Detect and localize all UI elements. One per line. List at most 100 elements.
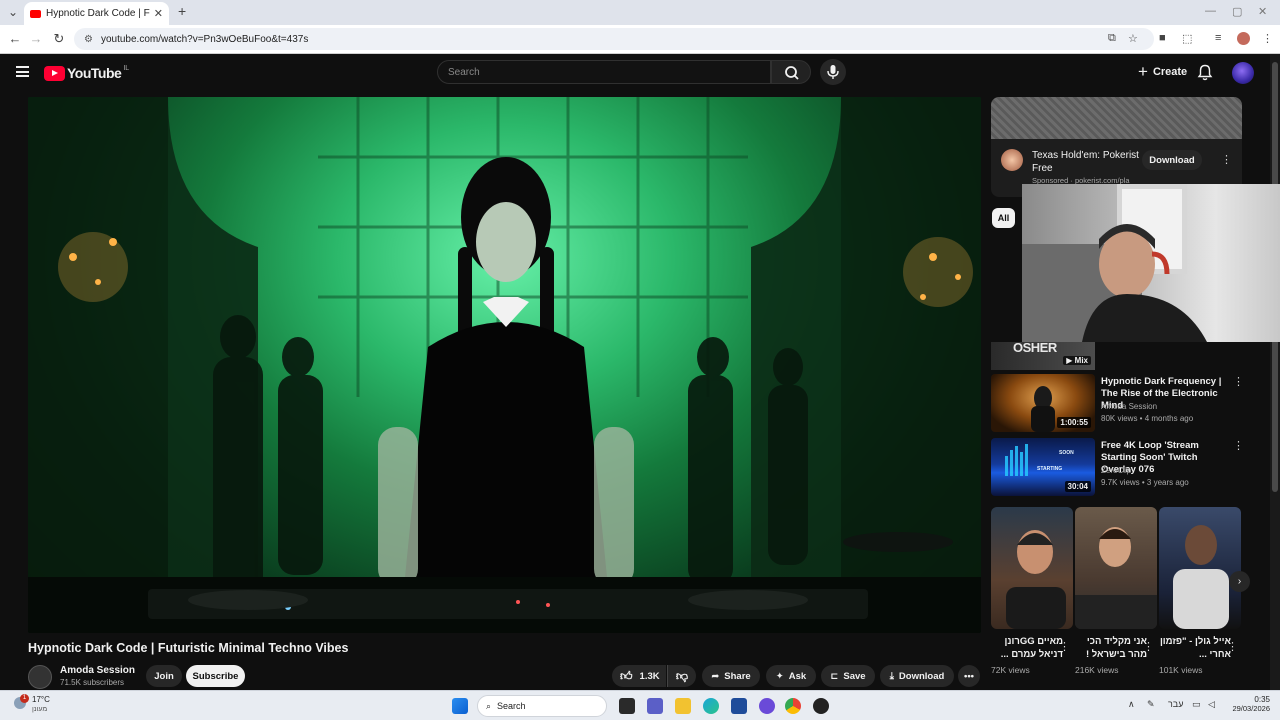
recommended-meta: 80K views • 4 months ago: [1101, 414, 1194, 423]
back-icon[interactable]: ←: [6, 31, 24, 46]
network-icon[interactable]: ▭: [1192, 699, 1201, 710]
tab-search-icon[interactable]: ⌄: [8, 5, 18, 19]
ask-button[interactable]: ✦ Ask: [766, 665, 816, 687]
discord-icon[interactable]: [759, 698, 775, 714]
recommended-channel[interactable]: ZeroClip: [1101, 466, 1131, 475]
clock-date: 29/03/2026: [1232, 704, 1270, 713]
short-thumbnail[interactable]: [991, 507, 1073, 629]
short-title[interactable]: אייל גולן - "פזמון אחרי ...: [1159, 635, 1231, 661]
taskbar-search[interactable]: ⌕ Search: [477, 695, 607, 717]
short-thumbnail[interactable]: [1159, 507, 1241, 629]
taskbar-search-label: Search: [497, 701, 526, 711]
file-explorer-icon[interactable]: [675, 698, 691, 714]
page-scrollbar[interactable]: [1270, 54, 1280, 690]
taskbar-clock[interactable]: 0:35 29/03/2026: [1222, 695, 1270, 713]
browser-profile-avatar[interactable]: [1237, 32, 1250, 45]
share-icon: ➦: [711, 670, 720, 682]
shorts-next-arrow-icon[interactable]: ›: [1229, 571, 1250, 592]
notifications-bell-icon[interactable]: [1197, 64, 1213, 86]
subscribe-button[interactable]: Subscribe: [186, 665, 245, 687]
like-button[interactable]: 👍︎ 1.3K: [612, 665, 666, 687]
ad-download-button[interactable]: Download: [1142, 150, 1202, 170]
save-button[interactable]: ⊏ Save: [821, 665, 875, 687]
browser-menu-icon[interactable]: ⋮: [1262, 32, 1273, 45]
join-button[interactable]: Join: [146, 665, 182, 687]
new-tab-button[interactable]: +: [178, 3, 186, 19]
more-horizontal-icon: •••: [964, 670, 974, 682]
media-control-icon[interactable]: ≡: [1215, 32, 1221, 44]
sponsored-ad-card[interactable]: Texas Hold'em: Pokerist Free Sponsored ·…: [991, 97, 1242, 197]
mix-thumbnail[interactable]: OSHER ▶︎ Mix: [991, 342, 1095, 370]
more-vert-icon[interactable]: ⋮: [1233, 375, 1244, 388]
teams-icon[interactable]: [647, 698, 663, 714]
input-language[interactable]: עבר: [1168, 699, 1183, 709]
short-title[interactable]: מאיים GGרונן דניאל עמרם ...: [991, 635, 1063, 661]
filter-chip-all[interactable]: All: [992, 208, 1015, 228]
ask-label: Ask: [788, 670, 807, 682]
search-button[interactable]: [771, 60, 811, 84]
youtube-favicon-icon: [30, 9, 41, 18]
tray-overflow-icon[interactable]: ∧: [1128, 699, 1135, 710]
youtube-logo[interactable]: YouTube IL: [44, 65, 129, 81]
more-vert-icon[interactable]: ⋮: [1233, 439, 1244, 452]
reload-icon[interactable]: ↻: [50, 31, 68, 47]
recommended-thumbnail[interactable]: SOON STARTING 30:04: [991, 438, 1095, 496]
extensions-puzzle-icon[interactable]: ⬚: [1182, 32, 1192, 45]
ad-title[interactable]: Texas Hold'em: Pokerist Free: [1032, 149, 1142, 175]
window-close-icon[interactable]: ✕: [1258, 5, 1267, 18]
task-view-icon[interactable]: [619, 698, 635, 714]
address-bar[interactable]: ⚙ youtube.com/watch?v=Pn3wOeBuFoo&t=437s: [74, 28, 1154, 50]
short-thumbnail-image: [1075, 527, 1157, 629]
site-info-icon[interactable]: ⚙: [84, 34, 93, 45]
short-thumbnail[interactable]: [1075, 507, 1157, 629]
forward-icon[interactable]: →: [27, 31, 45, 46]
channel-avatar[interactable]: [28, 665, 52, 689]
extension-icon[interactable]: ■: [1159, 32, 1166, 44]
windows-start-icon[interactable]: [452, 698, 468, 714]
chrome-icon[interactable]: [785, 698, 801, 714]
video-duration: 30:04: [1064, 481, 1091, 492]
dislike-button[interactable]: 👎︎: [667, 665, 696, 687]
tab-close-icon[interactable]: ✕: [154, 7, 163, 20]
store-icon[interactable]: [731, 698, 747, 714]
recommended-thumbnail[interactable]: 1:00:55: [991, 374, 1095, 432]
pen-icon[interactable]: ✎: [1147, 699, 1155, 710]
more-vert-icon[interactable]: ⋮: [1227, 640, 1238, 653]
short-title[interactable]: אני מקליד הכי מהר בישראל !: [1075, 635, 1147, 661]
webcam-overlay: [1022, 184, 1280, 342]
hamburger-menu-icon[interactable]: [16, 66, 29, 77]
search-input[interactable]: Search: [437, 60, 771, 84]
share-button[interactable]: ➦ Share: [702, 665, 760, 687]
search-icon: [785, 66, 799, 80]
share-label: Share: [724, 670, 751, 682]
subscriber-count: 71.5K subscribers: [60, 678, 125, 687]
browser-tab[interactable]: Hypnotic Dark Code | Futuristic ✕: [24, 2, 169, 25]
edge-browser-icon[interactable]: [703, 698, 719, 714]
volume-icon[interactable]: ◁: [1208, 699, 1215, 710]
more-actions-button[interactable]: •••: [958, 665, 980, 687]
install-app-icon[interactable]: ⧉: [1108, 32, 1116, 45]
download-button[interactable]: ⤓ Download: [880, 665, 954, 687]
youtube-account-avatar[interactable]: [1232, 62, 1254, 84]
microphone-icon: [827, 65, 839, 79]
thumbnail-text-starting: STARTING: [1037, 466, 1063, 472]
region-code: IL: [123, 64, 130, 72]
recommended-video[interactable]: 1:00:55 Hypnotic Dark Frequency | The Ri…: [991, 374, 1270, 434]
obs-icon[interactable]: [813, 698, 829, 714]
taskbar-search-icon: ⌕: [486, 700, 492, 711]
voice-search-button[interactable]: [820, 59, 846, 85]
minimize-icon[interactable]: —: [1205, 5, 1216, 17]
sparkle-icon: ✦: [775, 670, 784, 682]
channel-name[interactable]: Amoda Session: [60, 665, 135, 676]
browser-toolbar: ← → ↻ ⚙ youtube.com/watch?v=Pn3wOeBuFoo&…: [0, 25, 1280, 54]
short-views: 101K views: [1159, 665, 1203, 675]
recommended-video[interactable]: SOON STARTING 30:04 Free 4K Loop 'Stream…: [991, 438, 1270, 498]
maximize-icon[interactable]: ▢: [1232, 5, 1242, 18]
video-player[interactable]: [28, 97, 981, 633]
recommended-channel[interactable]: Amoda Session: [1101, 402, 1157, 411]
ad-more-icon[interactable]: ⋮: [1221, 153, 1232, 166]
create-button[interactable]: + Create: [1128, 60, 1197, 84]
bookmark-star-icon[interactable]: ☆: [1128, 32, 1138, 45]
more-vert-icon[interactable]: ⋮: [1059, 640, 1070, 653]
more-vert-icon[interactable]: ⋮: [1143, 640, 1154, 653]
